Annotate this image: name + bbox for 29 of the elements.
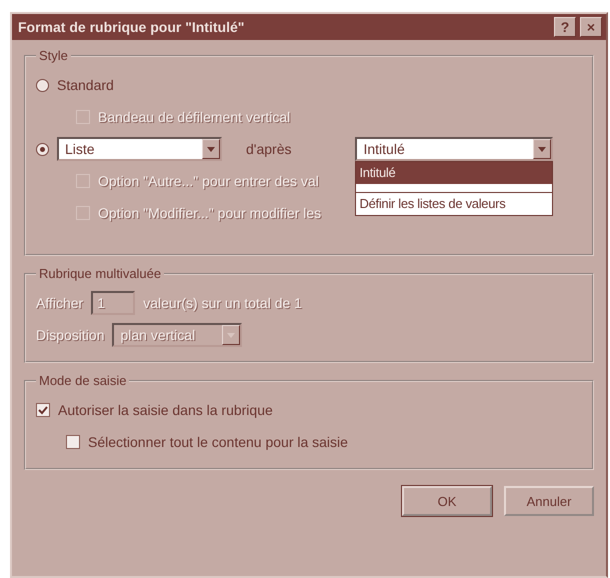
source-dropdown[interactable]: Intitulé xyxy=(355,137,554,161)
list-type-dropdown[interactable]: Liste xyxy=(57,137,222,161)
list-item[interactable]: Définir les listes de valeurs xyxy=(356,193,552,215)
ok-button[interactable]: OK xyxy=(402,486,492,516)
checkbox[interactable] xyxy=(66,435,80,449)
checkbox-label: Bandeau de défilement vertical xyxy=(98,109,290,125)
radio-label: Standard xyxy=(57,77,114,93)
cancel-button[interactable]: Annuler xyxy=(504,486,594,516)
checkbox-label: Autoriser la saisie dans la rubrique xyxy=(58,402,273,418)
caret-icon xyxy=(533,139,552,159)
checkbox-label: Sélectionner tout le contenu pour la saisie xyxy=(88,434,348,450)
list-item[interactable]: Intitulé xyxy=(356,162,552,184)
help-button[interactable]: ? xyxy=(554,17,576,37)
radio-button[interactable] xyxy=(36,142,49,156)
caret-icon xyxy=(202,139,220,159)
source-label: d'après xyxy=(246,141,292,157)
radio-button[interactable] xyxy=(36,78,49,92)
window-title: Format de rubrique pour "Intitulé" xyxy=(18,19,246,35)
group-title: Style xyxy=(38,48,69,63)
close-button[interactable]: × xyxy=(580,17,602,37)
count-suffix: valeur(s) sur un total de 1 xyxy=(143,295,302,311)
layout-label: Disposition xyxy=(36,327,104,343)
group-title: Rubrique multivaluée xyxy=(38,266,162,281)
checkbox-label: Option "Autre..." pour entrer des val xyxy=(98,173,319,189)
show-label: Afficher xyxy=(36,295,84,311)
checkbox-label: Option "Modifier..." pour modifier les xyxy=(98,205,322,221)
caret-icon xyxy=(222,325,240,345)
group-title: Mode de saisie xyxy=(38,373,128,388)
checkbox[interactable] xyxy=(36,403,50,417)
